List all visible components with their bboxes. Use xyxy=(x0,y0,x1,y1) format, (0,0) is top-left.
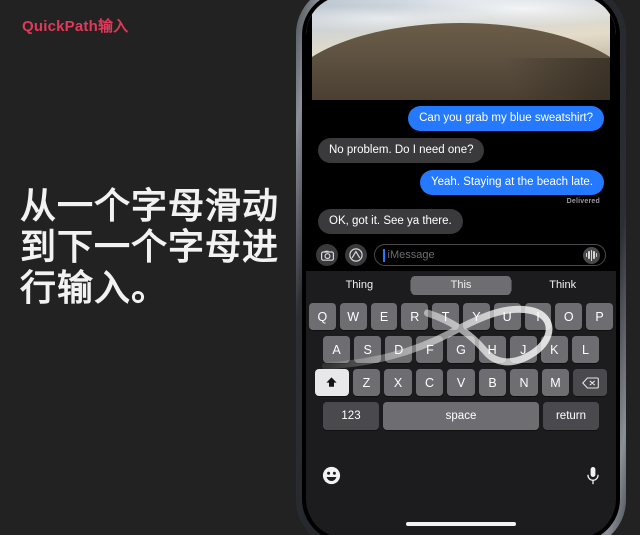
prediction-this[interactable]: This xyxy=(410,276,512,295)
table-row: No problem. Do I need one? xyxy=(318,138,604,164)
key-a[interactable]: A xyxy=(323,336,351,363)
key-m[interactable]: M xyxy=(541,369,570,396)
message-bubble-received[interactable]: No problem. Do I need one? xyxy=(318,138,485,164)
key-r[interactable]: R xyxy=(401,303,429,330)
phone-bezel: Can you grab my blue sweatshirt? No prob… xyxy=(302,0,620,535)
prediction-think[interactable]: Think xyxy=(512,276,613,295)
camera-icon[interactable] xyxy=(316,244,338,266)
app-store-icon[interactable] xyxy=(345,244,367,266)
onscreen-keyboard[interactable]: Thing This Think Q W E R T Y U I O P A S… xyxy=(306,271,616,461)
key-space[interactable]: space xyxy=(383,402,539,430)
microphone-icon[interactable] xyxy=(586,466,600,491)
key-u[interactable]: U xyxy=(493,303,521,330)
text-caret xyxy=(383,248,385,262)
left-info-panel: QuickPath输入 从一个字母滑动到下一个字母进行输入。 xyxy=(0,0,300,535)
key-b[interactable]: B xyxy=(478,369,507,396)
key-t[interactable]: T xyxy=(432,303,459,330)
message-input-bar: iMessage xyxy=(306,239,616,271)
key-v[interactable]: V xyxy=(447,369,475,396)
key-y[interactable]: Y xyxy=(463,303,490,330)
key-h[interactable]: H xyxy=(478,336,506,363)
emoji-smiley-icon[interactable] xyxy=(322,466,341,490)
key-l[interactable]: L xyxy=(571,336,599,363)
key-e[interactable]: E xyxy=(370,303,398,330)
message-bubble-received[interactable]: OK, got it. See ya there. xyxy=(318,209,463,235)
audio-waveform-icon[interactable] xyxy=(583,246,600,264)
photo-mask-left xyxy=(306,0,312,100)
feature-title: QuickPath输入 xyxy=(22,18,129,35)
quickpath-swipe-trail xyxy=(321,305,553,370)
keyboard-row-3: Z X C V B N M xyxy=(309,369,613,396)
photo-hill-shadow xyxy=(475,57,616,100)
key-j[interactable]: J xyxy=(509,336,537,363)
phone-screen: Can you grab my blue sweatshirt? No prob… xyxy=(306,0,616,535)
key-c[interactable]: C xyxy=(415,369,444,396)
search-input[interactable]: iMessage xyxy=(374,244,606,266)
key-p[interactable]: P xyxy=(586,303,613,330)
status-badge: Delivered xyxy=(566,198,600,206)
message-bubble-sent[interactable]: Yeah. Staying at the beach late. xyxy=(420,170,604,196)
predictive-text-bar[interactable]: Thing This Think xyxy=(309,274,613,297)
table-row: OK, got it. See ya there. xyxy=(318,209,604,235)
table-row: Yeah. Staying at the beach late. xyxy=(318,170,604,196)
shift-icon[interactable] xyxy=(314,369,349,396)
key-return[interactable]: return xyxy=(543,402,599,430)
iphone-device: Can you grab my blue sweatshirt? No prob… xyxy=(296,0,626,535)
key-z[interactable]: Z xyxy=(352,369,381,396)
headline-text: 从一个字母滑动到下一个字母进行输入。 xyxy=(20,185,280,309)
backspace-icon[interactable] xyxy=(573,369,608,396)
photo-mask-right xyxy=(610,0,616,100)
key-numeric[interactable]: 123 xyxy=(323,402,379,430)
keyboard-row-4: 123 space return xyxy=(309,402,613,430)
key-w[interactable]: W xyxy=(339,303,367,330)
photo-attachment[interactable] xyxy=(306,0,616,100)
keyboard-row-2: A S D F G H J K L xyxy=(309,336,613,363)
home-indicator[interactable] xyxy=(406,522,516,526)
key-f[interactable]: F xyxy=(416,336,444,363)
key-x[interactable]: X xyxy=(384,369,412,396)
key-n[interactable]: N xyxy=(510,369,538,396)
prediction-thing[interactable]: Thing xyxy=(309,276,410,295)
key-d[interactable]: D xyxy=(385,336,413,363)
table-row: Can you grab my blue sweatshirt? xyxy=(318,106,604,132)
key-g[interactable]: G xyxy=(447,336,475,363)
key-s[interactable]: S xyxy=(354,336,382,363)
message-thread[interactable]: Can you grab my blue sweatshirt? No prob… xyxy=(306,100,616,246)
key-i[interactable]: I xyxy=(524,303,552,330)
key-k[interactable]: K xyxy=(540,336,568,363)
key-o[interactable]: O xyxy=(555,303,583,330)
message-placeholder: iMessage xyxy=(387,249,435,261)
key-q[interactable]: Q xyxy=(309,303,336,330)
message-bubble-sent[interactable]: Can you grab my blue sweatshirt? xyxy=(408,106,604,132)
keyboard-row-1: Q W E R T Y U I O P xyxy=(309,303,613,330)
